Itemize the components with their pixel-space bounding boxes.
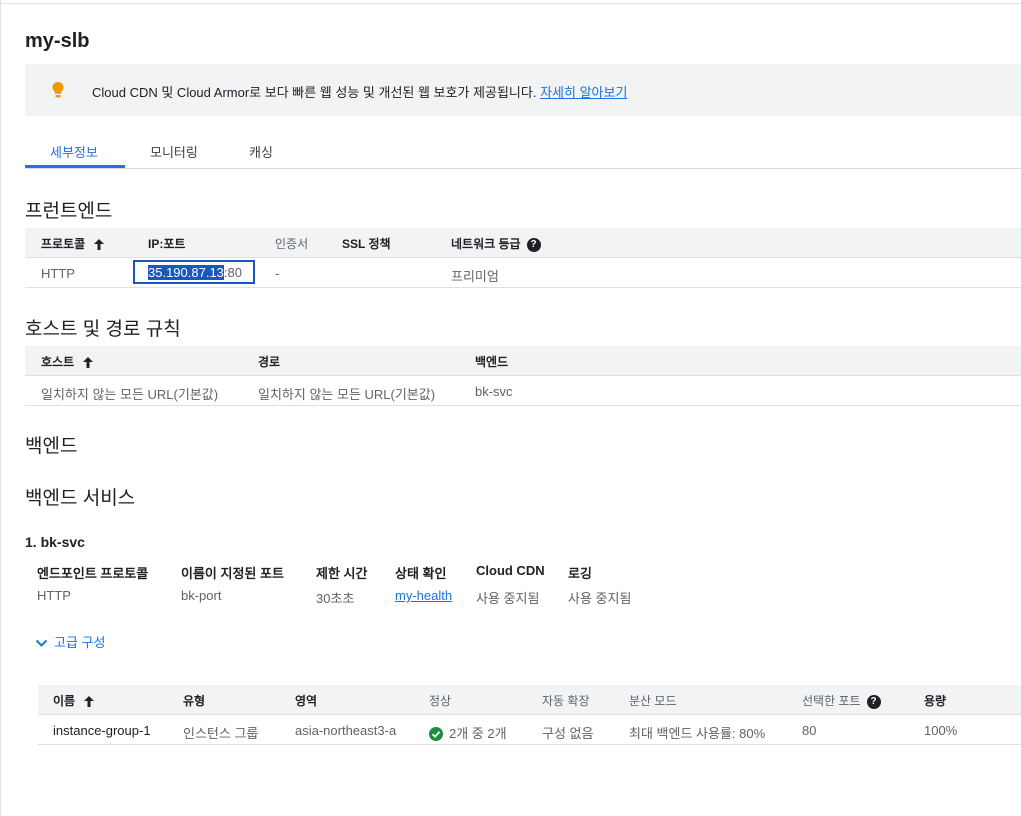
value-timeout: 30초초: [316, 591, 355, 606]
col-host[interactable]: 호스트: [41, 353, 94, 370]
page-title: my-slb: [25, 30, 90, 52]
col-balancing-mode: 분산 모드: [629, 694, 677, 708]
cell-protocol: HTTP: [41, 266, 75, 281]
label-endpoint-protocol: 엔드포인트 프로토콜: [37, 566, 149, 581]
label-named-port: 이름이 지정된 포트: [181, 566, 284, 581]
advanced-config-toggle[interactable]: 고급 구성: [35, 632, 105, 651]
tab-details[interactable]: 세부정보: [50, 142, 98, 161]
top-border: [0, 3, 1021, 4]
cell-host: 일치하지 않는 모든 URL(기본값): [41, 387, 219, 402]
value-named-port: bk-port: [181, 588, 222, 603]
col-backend: 백엔드: [475, 355, 509, 369]
col-capacity: 용량: [924, 694, 947, 708]
cell-instance-group: instance-group-1: [53, 723, 151, 738]
sort-ascending-icon[interactable]: [93, 238, 105, 251]
cell-ip-port[interactable]: 35.190.87.13:80: [148, 265, 242, 280]
cell-capacity: 100%: [924, 723, 958, 738]
cell-network-tier: 프리미엄: [451, 269, 499, 284]
lightbulb-icon: [52, 82, 64, 98]
advanced-config-label: 고급 구성: [54, 635, 106, 650]
col-healthy: 정상: [429, 694, 452, 708]
col-type: 유형: [183, 694, 206, 708]
frontend-table-header: 프로토콜 IP:포트 인증서 SSL 정책 네트워크 등급?: [25, 228, 1021, 258]
col-network-tier: 네트워크 등급?: [451, 235, 541, 252]
learn-more-link[interactable]: 자세히 알아보기: [540, 85, 627, 100]
col-ssl-policy: SSL 정책: [342, 237, 391, 251]
col-protocol-label: 프로토콜: [41, 237, 86, 251]
cell-balancing-mode: 최대 백엔드 사용률: 80%: [629, 726, 766, 741]
host-rules-heading: 호스트 및 경로 규칙: [25, 319, 181, 340]
banner-text: Cloud CDN 및 Cloud Armor로 보다 빠른 웹 성능 및 개선…: [92, 85, 537, 100]
active-tab-indicator: [25, 165, 125, 168]
col-certificate: 인증서: [275, 237, 309, 251]
frontend-row: HTTP 35.190.87.13:80 - 프리미엄: [25, 258, 1021, 288]
port-text: :80: [223, 265, 242, 280]
selected-ip-text[interactable]: 35.190.87.13: [148, 265, 224, 280]
cell-autoscaling: 구성 없음: [542, 726, 594, 741]
col-zone: 영역: [295, 694, 318, 708]
col-name-label: 이름: [53, 694, 76, 708]
healthy-count: 2개 중 2개: [449, 726, 507, 741]
chevron-down-icon: [35, 639, 48, 647]
label-health-check: 상태 확인: [395, 566, 447, 581]
cell-backend: bk-svc: [475, 384, 513, 399]
promo-banner: Cloud CDN 및 Cloud Armor로 보다 빠른 웹 성능 및 개선…: [25, 64, 1021, 116]
left-border: [0, 0, 1, 816]
col-selected-port: 선택한 포트?: [802, 692, 881, 709]
tab-monitoring[interactable]: 모니터링: [150, 142, 198, 161]
col-autoscaling: 자동 확장: [542, 694, 590, 708]
help-icon[interactable]: ?: [526, 237, 541, 252]
col-name[interactable]: 이름: [53, 692, 95, 709]
sort-ascending-icon[interactable]: [83, 695, 95, 708]
host-rules-table-header: 호스트 경로 백엔드: [25, 346, 1021, 376]
backend-heading: 백엔드: [25, 436, 78, 457]
cell-path: 일치하지 않는 모든 URL(기본값): [258, 387, 436, 402]
col-network-tier-label: 네트워크 등급: [451, 237, 521, 251]
table-row: instance-group-1 인스턴스 그룹 asia-northeast3…: [38, 715, 1021, 745]
value-cloud-cdn: 사용 중지됨: [476, 591, 540, 606]
cell-healthy: 2개 중 2개: [429, 723, 507, 742]
host-rules-row: 일치하지 않는 모든 URL(기본값) 일치하지 않는 모든 URL(기본값) …: [25, 376, 1021, 406]
cell-selected-port: 80: [802, 723, 817, 738]
col-path: 경로: [258, 355, 281, 369]
col-ip-port: IP:포트: [148, 237, 186, 251]
cell-certificate: -: [275, 266, 280, 281]
check-circle-icon: [429, 726, 443, 741]
health-check-link[interactable]: my-health: [395, 588, 452, 603]
col-host-label: 호스트: [41, 355, 75, 369]
banner-message: Cloud CDN 및 Cloud Armor로 보다 빠른 웹 성능 및 개선…: [92, 82, 627, 101]
tab-bar: 세부정보 모니터링 캐싱: [25, 130, 1021, 169]
label-logging: 로깅: [568, 566, 592, 581]
value-logging: 사용 중지됨: [568, 591, 632, 606]
frontend-heading: 프런트엔드: [25, 201, 113, 222]
cell-zone: asia-northeast3-a: [295, 723, 397, 738]
col-protocol[interactable]: 프로토콜: [41, 235, 105, 252]
tab-caching[interactable]: 캐싱: [249, 142, 273, 161]
cell-type: 인스턴스 그룹: [183, 726, 259, 741]
sort-ascending-icon[interactable]: [82, 356, 94, 369]
col-selected-port-label: 선택한 포트: [802, 694, 861, 708]
label-timeout: 제한 시간: [316, 566, 368, 581]
backend-services-heading: 백엔드 서비스: [25, 488, 136, 509]
help-icon[interactable]: ?: [866, 694, 881, 709]
service-title: 1. bk-svc: [25, 534, 85, 550]
value-endpoint-protocol: HTTP: [37, 588, 71, 603]
label-cloud-cdn: Cloud CDN: [476, 563, 545, 578]
backends-table-header: 이름 유형 영역 정상 자동 확장 분산 모드 선택한 포트? 용량: [38, 685, 1021, 715]
